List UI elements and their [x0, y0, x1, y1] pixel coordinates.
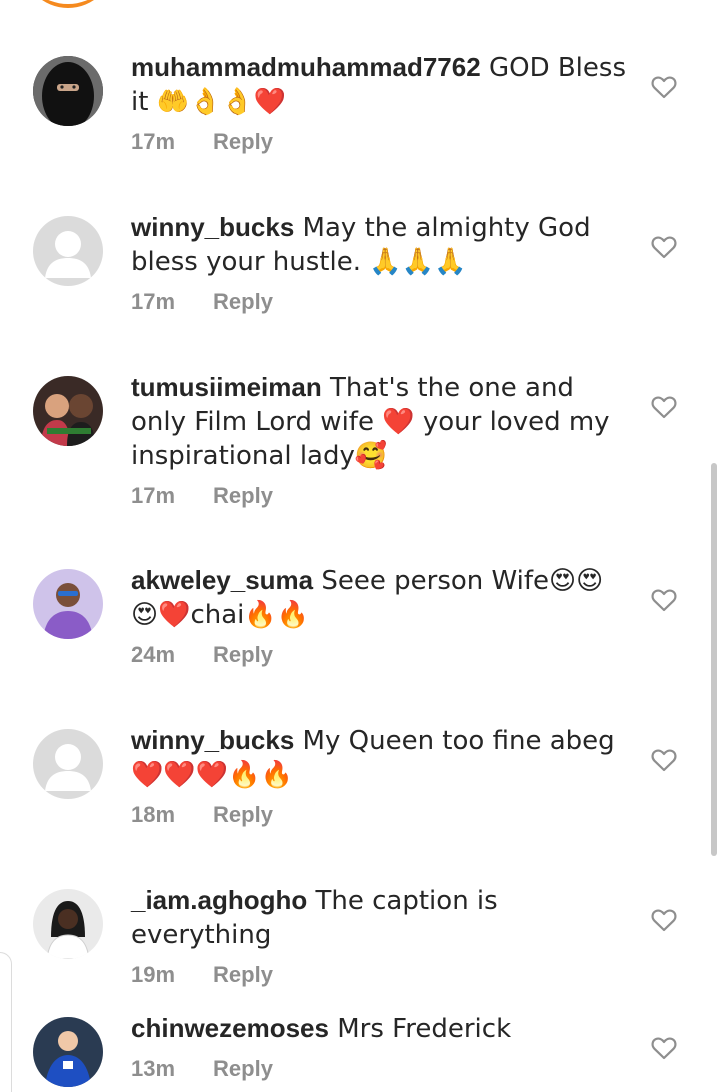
reply-button[interactable]: Reply [213, 962, 273, 988]
comment-time: 18m [131, 802, 176, 827]
comment-username[interactable]: winny_bucks [131, 212, 294, 242]
avatar[interactable] [33, 56, 103, 126]
side-panel-edge [0, 952, 12, 1092]
story-ring-partial [22, 0, 114, 8]
comment-time: 19m [131, 962, 176, 987]
reply-button[interactable]: Reply [213, 1056, 273, 1082]
avatar[interactable] [33, 216, 103, 286]
comment-time: 17m [131, 289, 176, 314]
scrollbar[interactable] [711, 463, 717, 856]
reply-button[interactable]: Reply [213, 802, 273, 828]
heart-outline-icon[interactable] [651, 395, 677, 419]
comment-username[interactable]: muhammadmuhammad7762 [131, 52, 481, 82]
avatar[interactable] [33, 729, 103, 799]
reply-button[interactable]: Reply [213, 129, 273, 155]
reply-button[interactable]: Reply [213, 642, 273, 668]
comment-text: chinwezemoses Mrs Frederick [131, 1013, 512, 1044]
avatar[interactable] [33, 1017, 103, 1087]
comment-text: winny_bucks May the almighty God bless y… [131, 212, 591, 277]
comment-text: winny_bucks My Queen too fine abeg❤️❤️❤️… [131, 725, 615, 790]
heart-outline-icon[interactable] [651, 588, 677, 612]
comment-time: 17m [131, 129, 176, 154]
reply-button[interactable]: Reply [213, 483, 273, 509]
comment-username[interactable]: chinwezemoses [131, 1013, 329, 1043]
comment-username[interactable]: winny_bucks [131, 725, 294, 755]
heart-outline-icon[interactable] [651, 748, 677, 772]
avatar[interactable] [33, 569, 103, 639]
comment-time: 17m [131, 483, 176, 508]
comment-username[interactable]: tumusiimeiman [131, 372, 322, 402]
comment-username[interactable]: _iam.aghogho [131, 885, 307, 915]
avatar[interactable] [33, 376, 103, 446]
heart-outline-icon[interactable] [651, 1036, 677, 1060]
comment-text: muhammadmuhammad7762 GOD Bless it 🤲👌👌❤️ [131, 52, 626, 117]
heart-outline-icon[interactable] [651, 235, 677, 259]
heart-outline-icon[interactable] [651, 75, 677, 99]
comment-text: akweley_suma Seee person Wife😍😍😍❤️chai🔥🔥 [131, 565, 604, 630]
comment-time: 24m [131, 642, 176, 667]
comment-username[interactable]: akweley_suma [131, 565, 313, 595]
comment-text: tumusiimeiman That's the one and only Fi… [131, 372, 610, 471]
heart-outline-icon[interactable] [651, 908, 677, 932]
avatar[interactable] [33, 889, 103, 959]
comment-text: _iam.aghogho The caption is everything [131, 885, 498, 950]
comment-time: 13m [131, 1056, 176, 1081]
reply-button[interactable]: Reply [213, 289, 273, 315]
